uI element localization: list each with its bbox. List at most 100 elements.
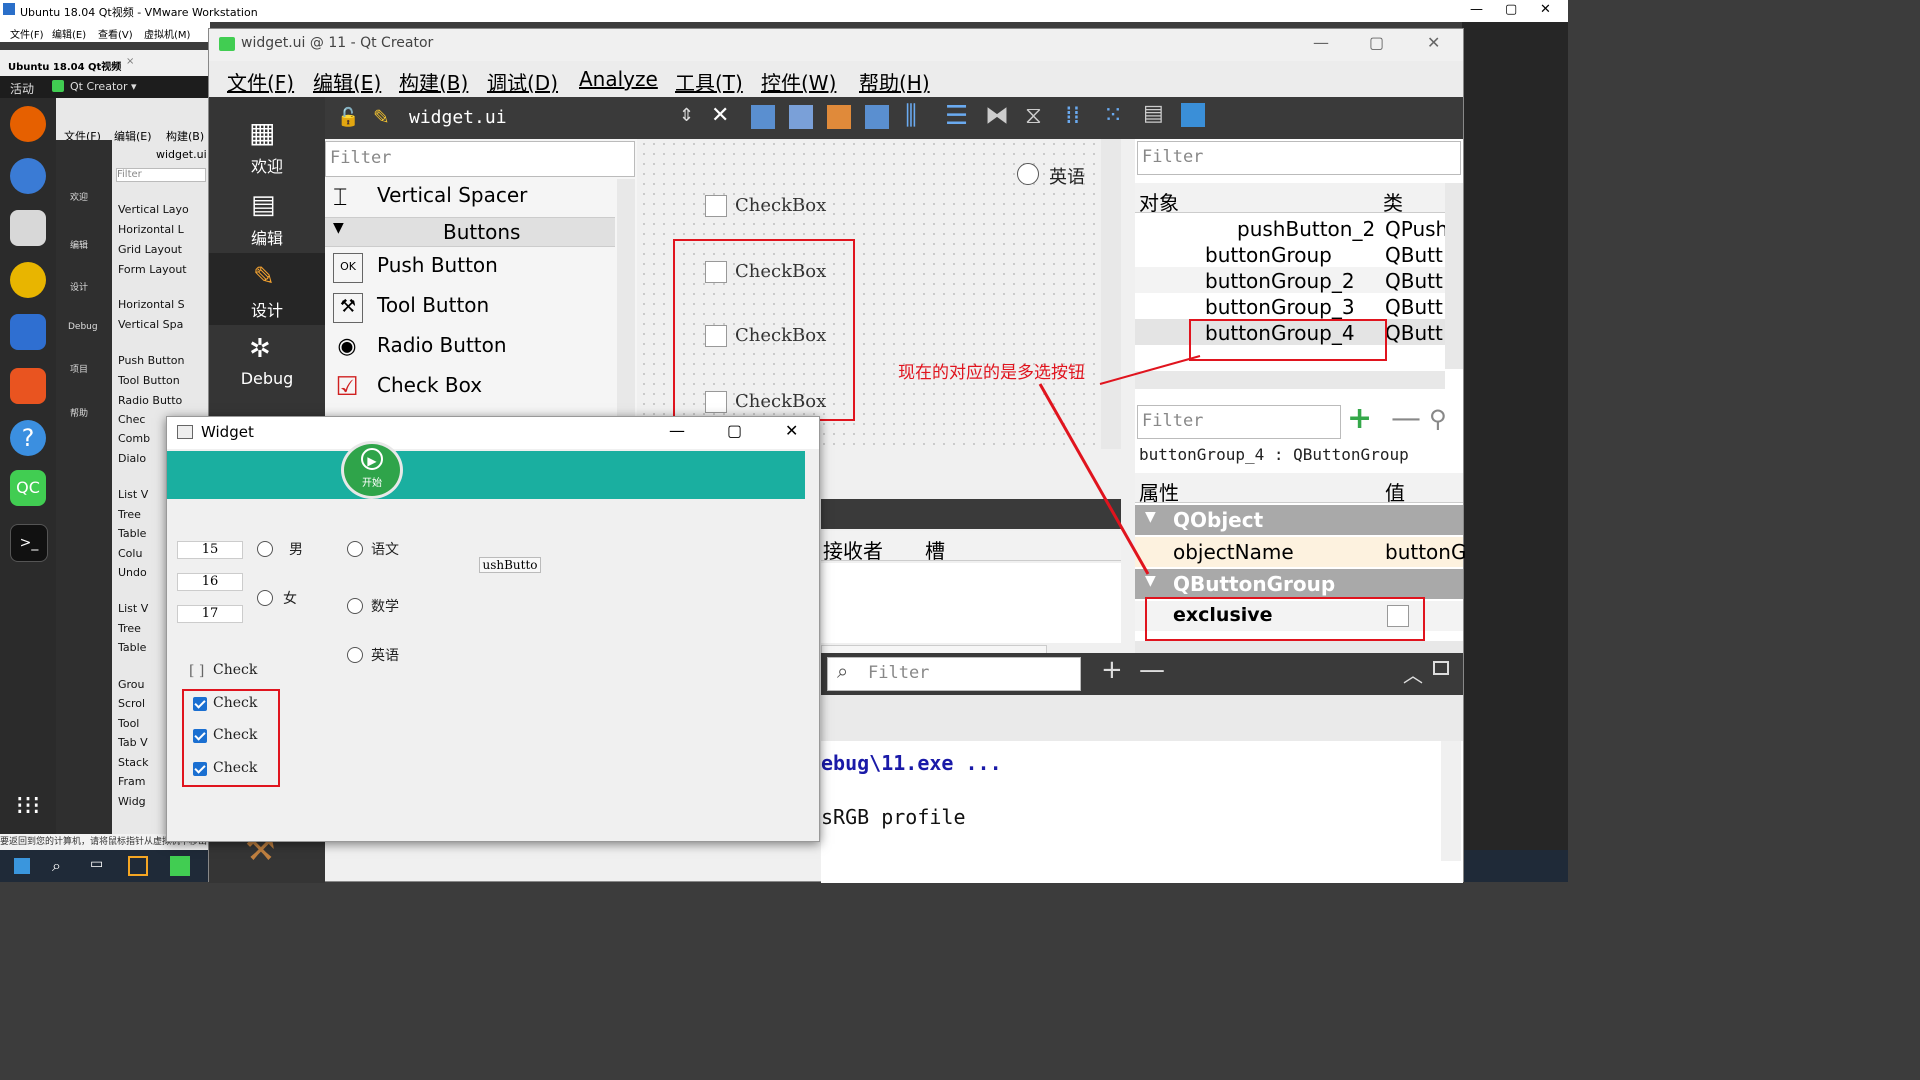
- widget-tool-button[interactable]: ⚒ Tool Button: [325, 289, 615, 327]
- widget-radio-button[interactable]: ◉ Radio Button: [325, 329, 615, 367]
- file-switch-icon[interactable]: ⇕: [679, 105, 694, 126]
- object-row[interactable]: buttonGroup_2 QButt: [1135, 267, 1445, 293]
- vm-menu-vm[interactable]: 虚拟机(M): [144, 26, 190, 41]
- remove-property-icon[interactable]: —: [1391, 401, 1421, 436]
- app-menu[interactable]: Qt Creator ▾: [70, 80, 137, 93]
- menu-tools[interactable]: 工具(T): [675, 67, 743, 96]
- vm-menu-edit[interactable]: 编辑(E): [52, 26, 86, 41]
- push-button[interactable]: ushButto: [479, 557, 541, 573]
- radio-math[interactable]: [347, 598, 363, 614]
- canvas-checkbox-1[interactable]: [705, 195, 727, 217]
- help-icon[interactable]: ?: [10, 420, 46, 456]
- radio-english[interactable]: [347, 647, 363, 663]
- qt-close-button[interactable]: ✕: [1427, 33, 1440, 52]
- widgetbox-scrollbar[interactable]: [617, 179, 635, 449]
- files-icon[interactable]: [10, 210, 46, 246]
- radio-male[interactable]: [257, 541, 273, 557]
- windows-start-icon[interactable]: [14, 858, 30, 874]
- widgetbox-filter-input[interactable]: Filter: [325, 141, 635, 177]
- vm-close-button[interactable]: ✕: [1540, 2, 1551, 17]
- mode-edit[interactable]: ▤ 编辑: [209, 181, 325, 253]
- layout-h-splitter-icon[interactable]: ⧓: [985, 101, 1009, 129]
- adjust-size-icon[interactable]: [1181, 103, 1205, 127]
- taskview-icon[interactable]: ▭: [90, 856, 103, 872]
- layout-horizontal-icon[interactable]: ⫼: [905, 101, 917, 132]
- terminal-icon[interactable]: >_: [10, 524, 48, 562]
- canvas-scrollbar[interactable]: [1101, 139, 1121, 449]
- mode-debug[interactable]: ✲ Debug: [209, 325, 325, 397]
- widget-vertical-spacer[interactable]: ⌶ Vertical Spacer: [325, 179, 615, 217]
- vmware-taskbar-icon[interactable]: [128, 856, 148, 876]
- layout-grid-icon[interactable]: ⁙: [1103, 101, 1123, 129]
- object-row[interactable]: buttonGroup QButt: [1135, 241, 1445, 267]
- output-filter-input[interactable]: Filter: [827, 657, 1081, 691]
- firefox-icon[interactable]: [10, 106, 46, 142]
- section-qobject[interactable]: ▼ QObject: [1135, 505, 1463, 535]
- writer-icon[interactable]: [10, 314, 46, 350]
- menu-debug[interactable]: 调试(D): [487, 67, 558, 96]
- widget-push-button[interactable]: OK Push Button: [325, 249, 615, 287]
- edit-widgets-icon[interactable]: [751, 105, 775, 129]
- property-row-objectname[interactable]: objectName buttonG: [1135, 537, 1466, 567]
- start-button[interactable]: ▶ 开始: [341, 441, 403, 499]
- vm-menu-view[interactable]: 查看(V): [98, 26, 133, 41]
- vm-maximize-button[interactable]: ▢: [1505, 2, 1517, 17]
- mode-welcome[interactable]: ▦ 欢迎: [209, 109, 325, 181]
- section-qbuttongroup[interactable]: ▼ QButtonGroup: [1135, 569, 1463, 599]
- vm-minimize-button[interactable]: —: [1470, 2, 1483, 17]
- menu-analyze[interactable]: Analyze: [579, 67, 658, 91]
- close-document-icon[interactable]: ✕: [711, 103, 729, 128]
- activities-button[interactable]: 活动: [10, 80, 34, 97]
- signals-list[interactable]: [821, 563, 1121, 643]
- thunderbird-icon[interactable]: [10, 158, 46, 194]
- object-row[interactable]: buttonGroup_3 QButt: [1135, 293, 1445, 319]
- edit-signals-icon[interactable]: [789, 105, 813, 129]
- menu-file[interactable]: 文件(F): [227, 67, 294, 96]
- widget-close-button[interactable]: ✕: [785, 421, 798, 440]
- widget-maximize-button[interactable]: ▢: [727, 421, 742, 440]
- layout-v-splitter-icon[interactable]: ⧖: [1025, 101, 1042, 129]
- add-icon[interactable]: +: [1101, 655, 1123, 685]
- spinbox-1[interactable]: 15: [177, 541, 243, 559]
- qtcreator-dock-icon[interactable]: QC: [10, 470, 46, 506]
- file-selector[interactable]: widget.ui: [409, 107, 507, 128]
- output-scrollbar[interactable]: [1441, 741, 1461, 861]
- object-filter-input[interactable]: Filter: [1137, 141, 1461, 175]
- unchecked-checkbox-icon[interactable]: [ ]: [189, 663, 204, 679]
- vm-tab-close-icon[interactable]: ×: [126, 56, 134, 67]
- qt-minimize-button[interactable]: —: [1313, 33, 1329, 52]
- category-buttons[interactable]: ▼ Buttons: [325, 217, 615, 247]
- vm-menu-file[interactable]: 文件(F): [10, 26, 44, 41]
- add-property-icon[interactable]: +: [1347, 401, 1372, 436]
- menu-help[interactable]: 帮助(H): [859, 67, 930, 96]
- rhythmbox-icon[interactable]: [10, 262, 46, 298]
- canvas-radio-english[interactable]: [1017, 163, 1039, 185]
- break-layout-icon[interactable]: ▤: [1143, 101, 1164, 126]
- edit-buddies-icon[interactable]: [827, 105, 851, 129]
- object-scrollbar[interactable]: [1445, 183, 1463, 369]
- qt-maximize-button[interactable]: ▢: [1369, 33, 1384, 52]
- mode-design[interactable]: ✎ 设计: [209, 253, 325, 325]
- widget-check-box[interactable]: ☑ Check Box: [325, 369, 615, 407]
- property-filter-input[interactable]: Filter: [1137, 405, 1341, 439]
- layout-vertical-icon[interactable]: ☰: [945, 101, 968, 131]
- search-icon[interactable]: ⌕: [52, 856, 61, 876]
- remove-icon[interactable]: —: [1139, 655, 1165, 685]
- software-icon[interactable]: [10, 368, 46, 404]
- radio-female[interactable]: [257, 590, 273, 606]
- object-h-scrollbar[interactable]: [1135, 371, 1445, 389]
- spinbox-2[interactable]: 16: [177, 573, 243, 591]
- property-value[interactable]: buttonG: [1385, 540, 1466, 564]
- menu-build[interactable]: 构建(B): [399, 67, 468, 96]
- widget-minimize-button[interactable]: —: [669, 421, 685, 440]
- show-apps-icon[interactable]: ⁝⁝⁝: [10, 788, 46, 824]
- minimize-pane-icon[interactable]: [1433, 661, 1449, 675]
- radio-chinese[interactable]: [347, 541, 363, 557]
- object-row[interactable]: pushButton_2 QPush: [1135, 215, 1448, 241]
- spinbox-3[interactable]: 17: [177, 605, 243, 623]
- configure-wrench-icon[interactable]: ⚲: [1429, 405, 1447, 433]
- edit-tab-order-icon[interactable]: [865, 105, 889, 129]
- qt-taskbar-icon[interactable]: [170, 856, 190, 876]
- menu-widgets[interactable]: 控件(W): [761, 67, 836, 96]
- menu-edit[interactable]: 编辑(E): [313, 67, 381, 96]
